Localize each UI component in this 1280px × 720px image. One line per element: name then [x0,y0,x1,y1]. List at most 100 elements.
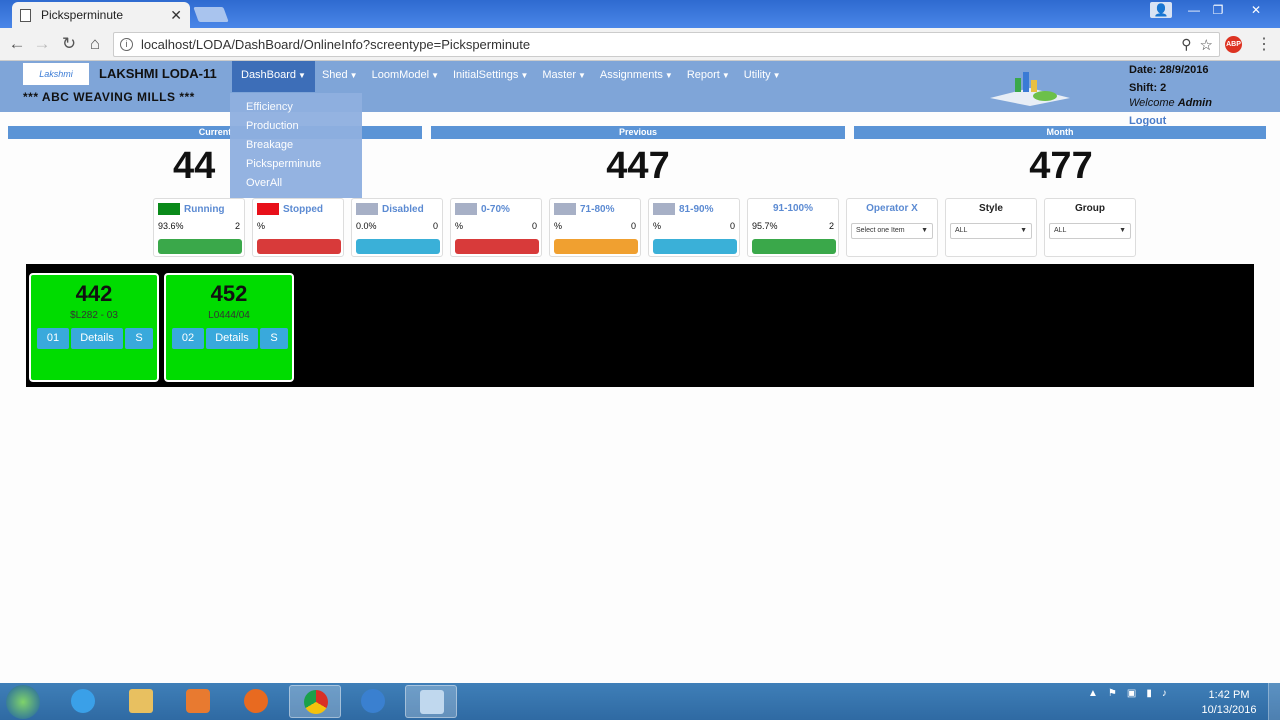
folder-glyph [129,689,153,713]
device-icon[interactable]: ▣ [1127,688,1136,699]
s-button[interactable]: S [125,328,153,349]
reload-icon[interactable]: ↻ [59,34,79,54]
nav-assignments[interactable]: Assignments ▼ [593,61,680,92]
select-value: Select one Item [856,227,905,234]
nav-label: LoomModel [371,69,430,81]
start-button[interactable] [6,685,40,719]
info-icon[interactable]: i [120,38,133,51]
group-select[interactable]: ALL ▼ [1049,223,1131,239]
status-0-70[interactable]: 0-70% % 0 [450,198,542,257]
adblock-icon[interactable]: ABP [1225,36,1242,53]
nav-label: InitialSettings [453,69,519,81]
status-stopped[interactable]: Stopped % [252,198,344,257]
close-window-button[interactable]: ✕ [1243,2,1269,18]
flag-icon[interactable]: ⚑ [1108,688,1117,699]
new-tab-button[interactable] [193,7,229,22]
nav-utility[interactable]: Utility ▼ [737,61,788,92]
explorer-icon[interactable] [115,685,167,718]
loom-card[interactable]: 452 L0444/04 02 Details S [164,273,294,382]
page-icon [20,8,31,22]
details-button[interactable]: Details [206,328,258,349]
close-tab-icon[interactable]: ✕ [170,7,182,24]
home-icon[interactable]: ⌂ [85,34,105,54]
loom-value: 452 [210,281,248,306]
menu-item-picksperminute[interactable]: Picksperminute [246,155,362,174]
chrome-icon[interactable] [289,685,341,718]
welcome-prefix: Welcome [1129,97,1175,109]
show-hidden-icon[interactable]: ▲ [1088,688,1098,699]
nav-dashboard[interactable]: DashBoard ▼ [232,61,315,92]
volume-icon[interactable]: ♪ [1162,688,1167,699]
status-percent: % [257,221,266,231]
forward-arrow-icon[interactable]: → [32,34,52,54]
s-button[interactable]: S [260,328,288,349]
nav-report[interactable]: Report ▼ [680,61,737,92]
user-name: Admin [1177,97,1212,109]
caret-down-icon: ▼ [349,71,358,80]
operator-label[interactable]: Operator X [847,203,937,214]
nav-loommodel[interactable]: LoomModel ▼ [365,61,446,92]
show-desktop-button[interactable] [1268,683,1280,720]
minimize-button[interactable]: — [1183,2,1205,18]
firefox-alt-icon[interactable] [347,685,399,718]
swatch [356,203,378,215]
address-bar[interactable]: i localhost/LODA/DashBoard/OnlineInfo?sc… [113,32,1220,57]
status-disabled[interactable]: Disabled 0.0% 0 [351,198,443,257]
status-count: 2 [828,221,834,231]
firefox-icon[interactable] [230,685,282,718]
loom-card[interactable]: 442 $L282 - 03 01 Details S [29,273,159,382]
status-bar [554,239,638,254]
media-player-icon[interactable] [172,685,224,718]
style-label: Style [979,203,1003,214]
status-count: 0 [531,221,537,231]
caret-down-icon: ▼ [721,71,730,80]
bookmark-star-icon[interactable]: ☆ [1200,36,1213,54]
status-running[interactable]: Running 93.6% 2 [153,198,245,257]
loom-number-button[interactable]: 02 [172,328,204,349]
url-text[interactable]: localhost/LODA/DashBoard/OnlineInfo?scre… [141,37,1181,52]
caret-down-icon: ▼ [664,71,673,80]
status-bar [356,239,440,254]
menu-item-production[interactable]: Production [246,117,362,136]
details-button[interactable]: Details [71,328,123,349]
status-bar [455,239,539,254]
chrome-glyph [304,690,328,714]
status-percent: % [554,221,563,231]
nav-label: Report [686,69,720,81]
company-name: LAKSHMI LODA-11 [99,66,217,81]
swatch [158,203,180,215]
operator-select[interactable]: Select one Item ▼ [851,223,933,239]
status-81-90[interactable]: 81-90% % 0 [648,198,740,257]
status-percent: 93.6% [158,221,184,231]
menu-item-overall[interactable]: OverAll [246,174,362,193]
status-label: 71-80% [580,203,615,215]
style-select[interactable]: ALL ▼ [950,223,1032,239]
clock[interactable]: 1:42 PM 10/13/2016 [1196,688,1262,718]
status-71-80[interactable]: 71-80% % 0 [549,198,641,257]
firefox-glyph [361,689,385,713]
nav-label: Shed [321,69,348,81]
menu-item-breakage[interactable]: Breakage [246,136,362,155]
loom-number-button[interactable]: 01 [37,328,69,349]
back-arrow-icon[interactable]: ← [7,34,27,54]
browser-menu-icon[interactable]: ⋮ [1256,34,1272,54]
restore-button[interactable]: ❐ [1207,2,1229,18]
nav-shed[interactable]: Shed ▼ [315,61,365,92]
mill-name: *** ABC WEAVING MILLS *** [23,90,195,104]
status-header: 0-70% [455,203,510,215]
zoom-icon[interactable]: ⚲ [1181,36,1191,53]
caret-down-icon: ▼ [520,71,529,80]
month-header: Month [854,126,1266,139]
nav-initialsettings[interactable]: InitialSettings ▼ [446,61,535,92]
status-91-100[interactable]: 91-100% 95.7% 2 [747,198,839,257]
menu-item-efficiency[interactable]: Efficiency [246,98,362,117]
browser-tab[interactable]: Picksperminute ✕ [12,2,190,28]
dropdown-arrow-icon: ▼ [1020,227,1027,234]
network-icon[interactable]: ▮ [1146,688,1152,699]
ie-icon[interactable] [57,685,109,718]
app-window-icon[interactable] [405,685,457,718]
profile-icon[interactable]: 👤 [1150,2,1172,18]
group-label: Group [1075,203,1105,214]
nav-master[interactable]: Master ▼ [535,61,593,92]
nav-label: Assignments [599,69,663,81]
